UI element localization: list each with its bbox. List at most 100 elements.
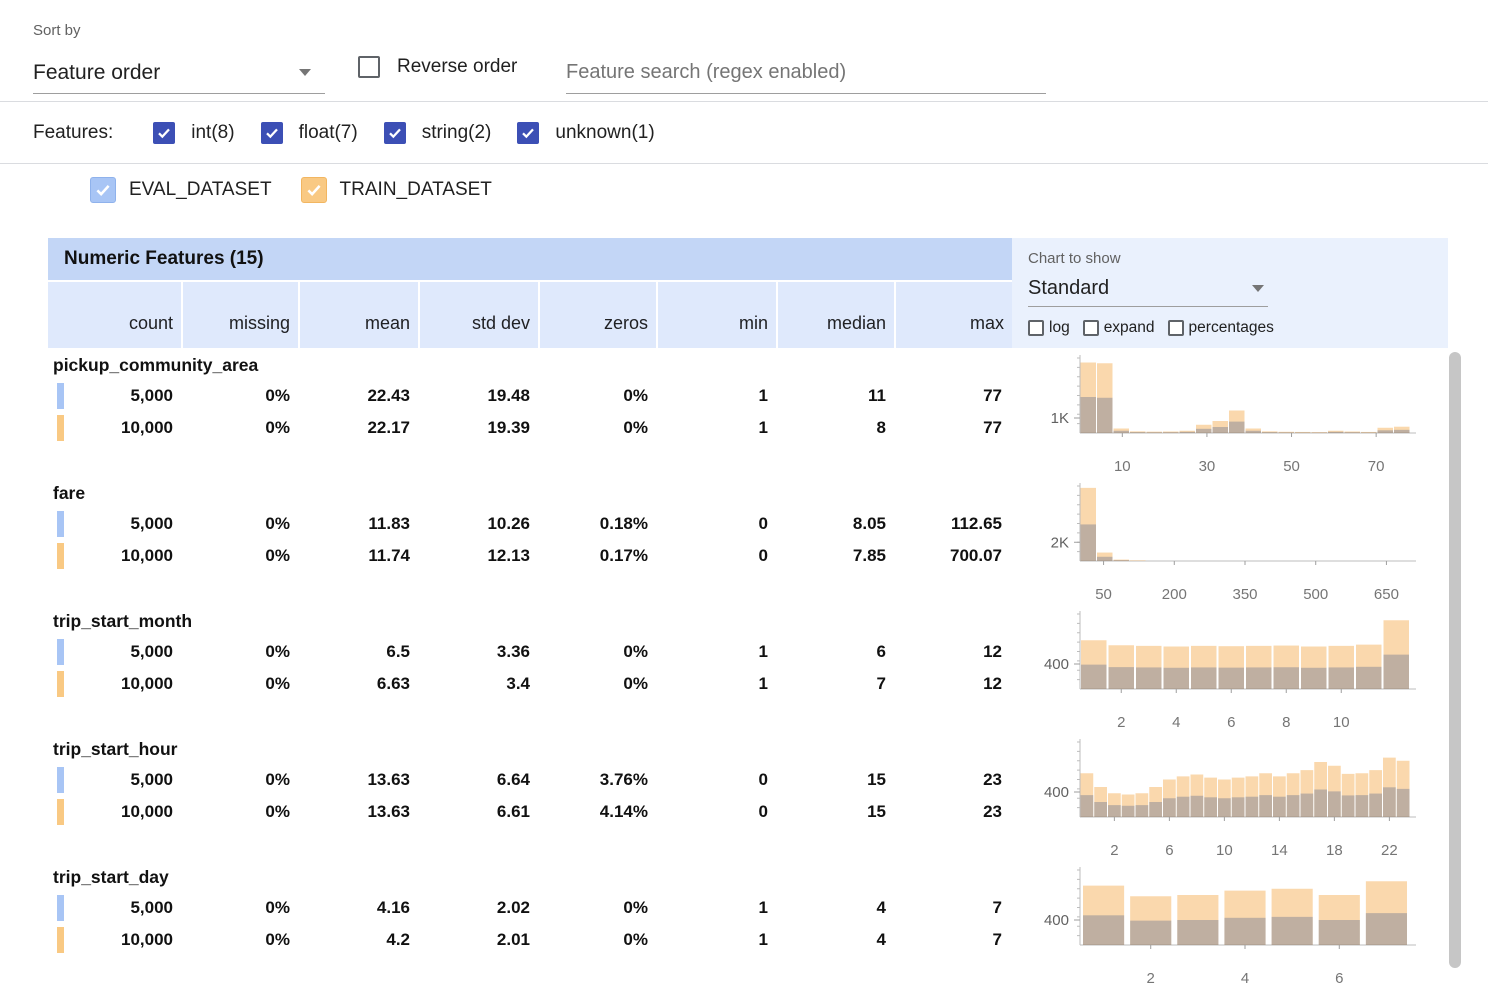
cell-count: 5,000 (48, 636, 183, 668)
feature-type-checkbox-int[interactable] (153, 122, 175, 144)
option-percentages: percentages (1168, 319, 1274, 337)
table-row-eval: 5,0000%4.162.020%147 (48, 892, 1012, 924)
cell-median: 7.85 (778, 540, 896, 572)
cell-missing: 0% (183, 924, 300, 956)
percentages-checkbox[interactable] (1168, 320, 1184, 336)
histogram-fare[interactable]: 2K50200350500650 (1012, 480, 1448, 608)
vertical-scrollbar[interactable] (1449, 352, 1461, 968)
histogram-trip_start_hour[interactable]: 4002610141822 (1012, 736, 1448, 864)
sort-by-value: Feature order (33, 61, 160, 85)
dropdown-arrow-icon (299, 69, 311, 76)
cell-mean: 4.16 (300, 892, 420, 924)
cell-missing: 0% (183, 668, 300, 700)
svg-text:50: 50 (1095, 586, 1112, 603)
cell-missing: 0% (183, 540, 300, 572)
feature-name: trip_start_day (48, 864, 1012, 892)
cell-min: 0 (658, 764, 778, 796)
svg-text:10: 10 (1333, 714, 1350, 731)
svg-text:4: 4 (1241, 970, 1249, 987)
sort-by-select[interactable]: Feature order (33, 52, 325, 94)
table-row-train: 10,0000%13.636.614.14%01523 (48, 796, 1012, 828)
dropdown-arrow-icon (1252, 285, 1264, 292)
dataset-checkbox-train[interactable] (301, 177, 327, 203)
cell-max: 23 (896, 764, 1012, 796)
cell-missing: 0% (183, 764, 300, 796)
cell-min: 1 (658, 668, 778, 700)
cell-mean: 6.5 (300, 636, 420, 668)
cell-std-dev: 3.4 (420, 668, 540, 700)
cell-min: 0 (658, 796, 778, 828)
cell-missing: 0% (183, 412, 300, 444)
svg-text:10: 10 (1114, 458, 1131, 475)
feature-block-trip_start_month: trip_start_month5,0000%6.53.360%161210,0… (48, 608, 1012, 736)
cell-missing: 0% (183, 796, 300, 828)
percentages-label: percentages (1189, 319, 1274, 337)
svg-text:200: 200 (1162, 586, 1187, 603)
check-icon (520, 125, 536, 141)
feature-type-label-int: int(8) (191, 122, 234, 144)
feature-type-checkbox-unknown[interactable] (517, 122, 539, 144)
train-dataset-swatch (57, 799, 64, 825)
reverse-order-checkbox[interactable] (358, 56, 380, 78)
histogram-pickup_community_area[interactable]: 1K10305070 (1012, 352, 1448, 480)
svg-text:8: 8 (1282, 714, 1290, 731)
cell-mean: 13.63 (300, 764, 420, 796)
table-row-eval: 5,0000%22.4319.480%11177 (48, 380, 1012, 412)
cell-zeros: 0% (540, 924, 658, 956)
column-header-median: median (778, 280, 896, 348)
feature-block-fare: fare5,0000%11.8310.260.18%08.05112.6510,… (48, 480, 1012, 608)
svg-text:1K: 1K (1051, 410, 1069, 427)
cell-mean: 11.83 (300, 508, 420, 540)
histogram-trip_start_day[interactable]: 400246 (1012, 864, 1448, 992)
cell-missing: 0% (183, 508, 300, 540)
column-header-stddev: std dev (420, 280, 540, 348)
check-icon (156, 125, 172, 141)
cell-median: 11 (778, 380, 896, 412)
cell-min: 1 (658, 380, 778, 412)
sort-by-label: Sort by (33, 22, 81, 39)
cell-median: 15 (778, 796, 896, 828)
cell-count: 5,000 (48, 892, 183, 924)
cell-zeros: 4.14% (540, 796, 658, 828)
cell-count: 5,000 (48, 764, 183, 796)
cell-missing: 0% (183, 892, 300, 924)
histogram-charts-column: 1K103050702K5020035050065040024681040026… (1012, 352, 1448, 992)
chart-type-select[interactable]: Standard (1028, 271, 1268, 307)
expand-checkbox[interactable] (1083, 320, 1099, 336)
cell-mean: 6.63 (300, 668, 420, 700)
cell-min: 1 (658, 924, 778, 956)
cell-mean: 22.43 (300, 380, 420, 412)
log-checkbox[interactable] (1028, 320, 1044, 336)
svg-text:70: 70 (1368, 458, 1385, 475)
cell-zeros: 0% (540, 636, 658, 668)
feature-search-input[interactable] (566, 52, 1046, 93)
cell-min: 1 (658, 636, 778, 668)
cell-zeros: 0.18% (540, 508, 658, 540)
cell-count: 5,000 (48, 380, 183, 412)
cell-std-dev: 6.61 (420, 796, 540, 828)
feature-name: pickup_community_area (48, 352, 1012, 380)
cell-count: 10,000 (48, 412, 183, 444)
cell-median: 15 (778, 764, 896, 796)
histogram-trip_start_month[interactable]: 400246810 (1012, 608, 1448, 736)
feature-type-checkbox-float[interactable] (261, 122, 283, 144)
table-row-eval: 5,0000%6.53.360%1612 (48, 636, 1012, 668)
cell-max: 77 (896, 380, 1012, 412)
feature-block-pickup_community_area: pickup_community_area5,0000%22.4319.480%… (48, 352, 1012, 480)
log-label: log (1049, 319, 1070, 337)
dataset-checkbox-eval[interactable] (90, 177, 116, 203)
feature-type-checkbox-string[interactable] (384, 122, 406, 144)
train-dataset-swatch (57, 671, 64, 697)
cell-median: 7 (778, 668, 896, 700)
check-icon (264, 125, 280, 141)
table-row-eval: 5,0000%11.8310.260.18%08.05112.65 (48, 508, 1012, 540)
train-dataset-swatch (57, 543, 64, 569)
svg-text:10: 10 (1216, 842, 1233, 859)
cell-mean: 22.17 (300, 412, 420, 444)
cell-zeros: 3.76% (540, 764, 658, 796)
svg-text:6: 6 (1165, 842, 1173, 859)
chart-options: log expand percentages (1028, 319, 1448, 337)
cell-count: 10,000 (48, 668, 183, 700)
svg-text:2K: 2K (1051, 534, 1069, 551)
cell-zeros: 0% (540, 380, 658, 412)
